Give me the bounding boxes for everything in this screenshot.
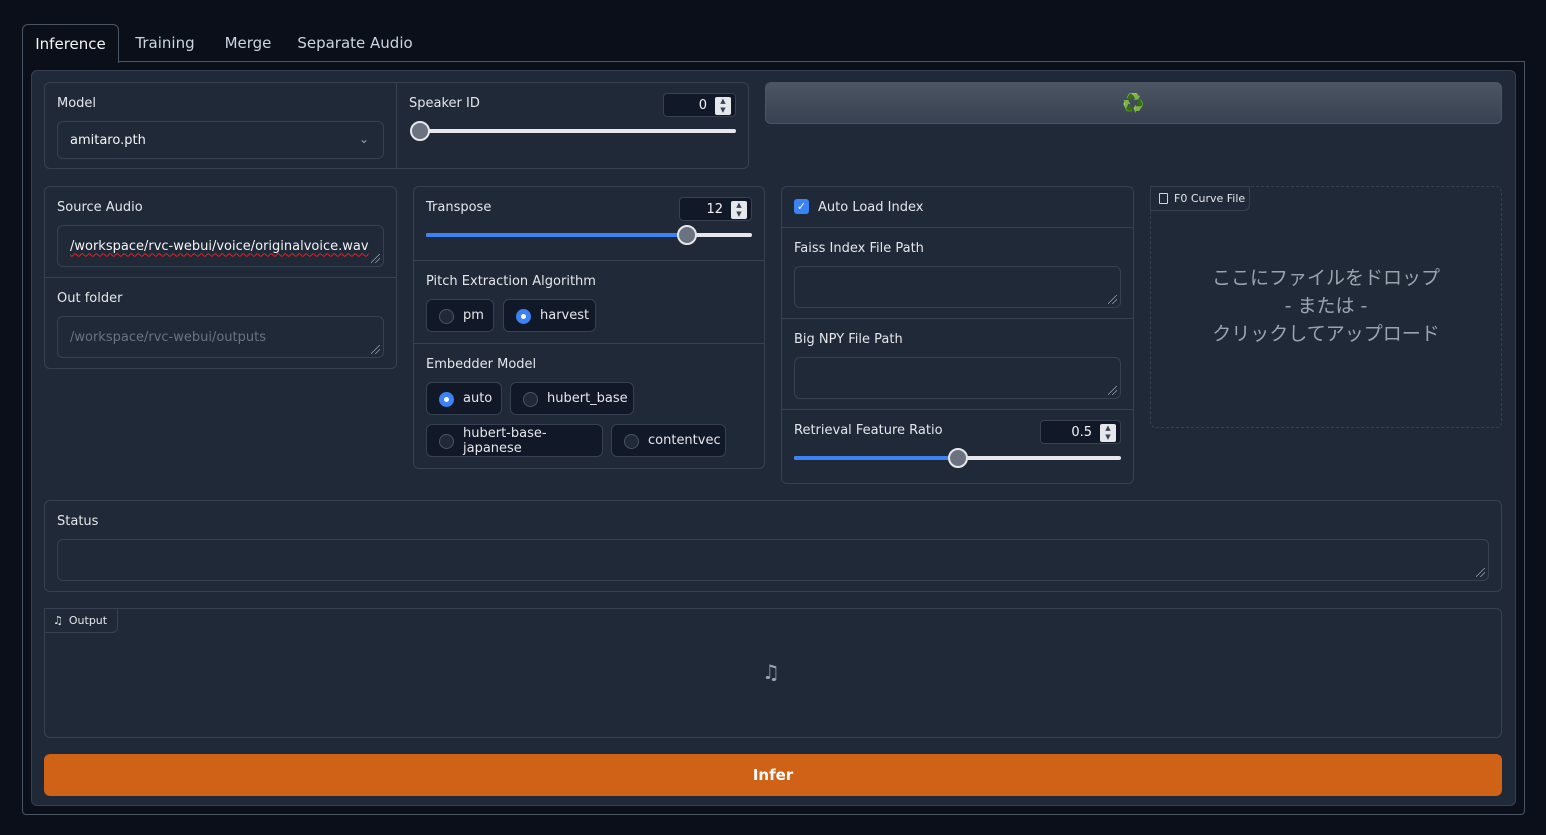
chevron-down-icon: ⌄ (358, 132, 369, 146)
radio-icon (516, 309, 531, 324)
source-audio-value: /workspace/rvc-webui/voice/originalvoice… (70, 238, 369, 254)
drop-line-3: クリックしてアップロード (1212, 323, 1440, 345)
slider-thumb[interactable] (410, 121, 430, 141)
infer-button[interactable]: Infer (44, 754, 1502, 796)
f0-drop-text: ここにファイルをドロップ - または - クリックしてアップロード (1150, 264, 1502, 348)
transpose-value: 12 (706, 201, 723, 217)
resize-handle[interactable] (1476, 568, 1485, 577)
f0-curve-label: F0 Curve File (1174, 192, 1246, 205)
radio-label: pm (463, 308, 484, 323)
out-folder-input[interactable]: /workspace/rvc-webui/outputs (57, 316, 384, 358)
divider (782, 227, 1133, 228)
speaker-id-input[interactable]: 0 ▲ ▼ (663, 93, 736, 117)
model-dropdown[interactable]: amitaro.pth ⌄ (57, 121, 384, 159)
tab-merge[interactable]: Merge (212, 24, 284, 62)
model-value: amitaro.pth (70, 132, 146, 148)
pitch-option-pm[interactable]: pm (426, 299, 494, 332)
model-label: Model (57, 96, 97, 111)
embedder-option-hubert-base[interactable]: hubert_base (510, 382, 634, 415)
faiss-path-label: Faiss Index File Path (794, 241, 924, 256)
resize-handle[interactable] (371, 254, 380, 263)
drop-line-2: - または - (1284, 295, 1368, 317)
source-audio-label: Source Audio (57, 200, 143, 215)
output-badge: ♫ Output (44, 608, 118, 633)
output-label: Output (68, 614, 108, 627)
embedder-model-label: Embedder Model (426, 357, 537, 372)
spinner-icon[interactable]: ▲ ▼ (715, 97, 731, 115)
radio-icon (439, 434, 454, 449)
slider-fill (794, 456, 958, 460)
music-note-icon: ♫ (53, 614, 63, 627)
radio-label: harvest (540, 308, 590, 323)
slider-thumb[interactable] (948, 448, 968, 468)
divider (45, 277, 396, 278)
pitch-algorithm-label: Pitch Extraction Algorithm (426, 274, 596, 289)
retrieval-ratio-input[interactable]: 0.5 ▲ ▼ (1040, 420, 1121, 444)
speaker-id-slider[interactable] (410, 121, 736, 141)
speaker-id-value: 0 (698, 97, 707, 113)
transpose-input[interactable]: 12 ▲ ▼ (679, 197, 752, 221)
slider-thumb[interactable] (677, 225, 697, 245)
recycle-icon: ♻️ (1122, 92, 1145, 114)
radio-label: auto (463, 391, 493, 406)
tab-inference[interactable]: Inference (22, 24, 119, 63)
auto-load-index-checkbox[interactable]: ✓ (794, 199, 809, 214)
retrieval-ratio-value: 0.5 (1071, 424, 1092, 440)
auto-load-index-label: Auto Load Index (818, 200, 924, 215)
pitch-option-harvest[interactable]: harvest (503, 299, 596, 332)
faiss-path-input[interactable] (794, 266, 1121, 308)
spinner-icon[interactable]: ▲ ▼ (1100, 424, 1116, 442)
embedder-option-hubert-base-japanese[interactable]: hubert-base-japanese (426, 424, 603, 457)
radio-label: hubert_base (547, 391, 628, 406)
drop-line-1: ここにファイルをドロップ (1211, 267, 1440, 289)
status-label: Status (57, 514, 99, 529)
embedder-option-auto[interactable]: auto (426, 382, 502, 415)
resize-handle[interactable] (371, 345, 380, 354)
out-folder-placeholder: /workspace/rvc-webui/outputs (70, 329, 266, 345)
retrieval-ratio-slider[interactable] (794, 448, 1121, 468)
npy-path-input[interactable] (794, 357, 1121, 399)
tab-separate-audio[interactable]: Separate Audio (290, 24, 420, 62)
radio-label: contentvec (648, 433, 721, 448)
divider (414, 260, 764, 261)
retrieval-ratio-label: Retrieval Feature Ratio (794, 423, 943, 438)
divider (782, 318, 1133, 319)
radio-label: hubert-base-japanese (463, 425, 547, 456)
refresh-button[interactable]: ♻️ (765, 82, 1502, 124)
slider-fill (426, 233, 687, 237)
file-icon (1159, 193, 1168, 204)
speaker-id-label: Speaker ID (409, 96, 480, 111)
radio-icon (523, 392, 538, 407)
npy-path-label: Big NPY File Path (794, 332, 903, 347)
resize-handle[interactable] (1108, 295, 1117, 304)
tab-training[interactable]: Training (123, 24, 207, 62)
spinner-icon[interactable]: ▲ ▼ (731, 201, 747, 219)
resize-handle[interactable] (1108, 386, 1117, 395)
radio-icon (439, 392, 454, 407)
f0-curve-badge: F0 Curve File (1150, 186, 1250, 211)
source-audio-input[interactable]: /workspace/rvc-webui/voice/originalvoice… (57, 225, 384, 267)
divider (396, 83, 397, 168)
radio-icon (624, 434, 639, 449)
transpose-label: Transpose (426, 200, 492, 215)
transpose-slider[interactable] (426, 225, 752, 245)
status-textbox[interactable] (57, 539, 1489, 581)
divider (782, 409, 1133, 410)
divider (414, 343, 764, 344)
music-note-icon: ♫ (762, 660, 780, 684)
embedder-option-contentvec[interactable]: contentvec (611, 424, 726, 457)
out-folder-label: Out folder (57, 291, 123, 306)
radio-icon (439, 309, 454, 324)
